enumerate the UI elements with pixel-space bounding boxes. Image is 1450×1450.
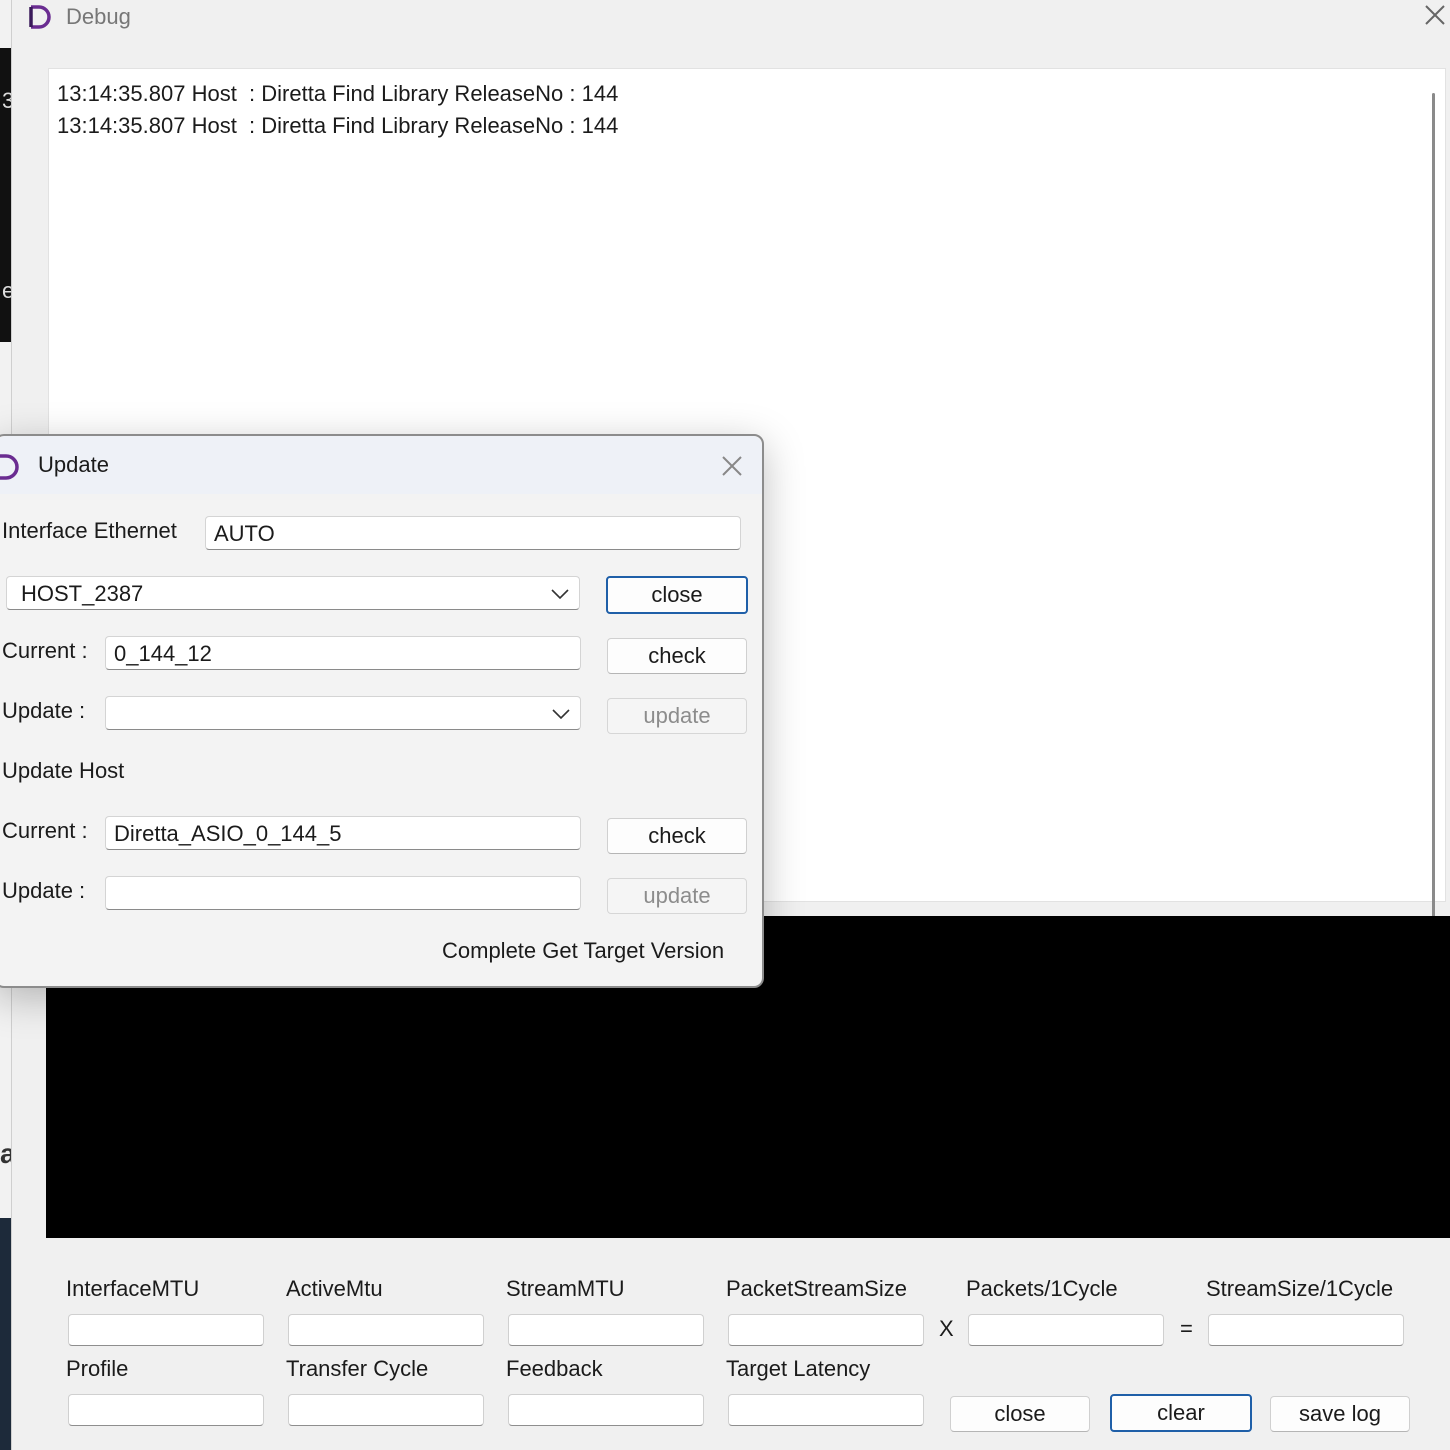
update-dialog: Update Interface Ethernet AUTO HOST_2387… xyxy=(0,434,764,988)
feedback-field[interactable] xyxy=(508,1394,704,1426)
interface-mtu-field[interactable] xyxy=(68,1314,264,1346)
target-current-version-field[interactable]: 0_144_12 xyxy=(105,636,581,670)
stream-size-per-cycle-label: StreamSize/1Cycle xyxy=(1206,1276,1394,1301)
multiply-sign: X xyxy=(939,1316,954,1341)
stream-mtu-field[interactable] xyxy=(508,1314,704,1346)
host-select-value: HOST_2387 xyxy=(21,581,144,606)
profile-field[interactable] xyxy=(68,1394,264,1426)
close-icon[interactable] xyxy=(716,450,748,482)
packet-stream-size-label: PacketStreamSize xyxy=(726,1276,907,1301)
log-line: 13:14:35.807 Host : Diretta Find Library… xyxy=(57,81,619,106)
transfer-cycle-label: Transfer Cycle xyxy=(286,1356,429,1381)
log-scrollbar[interactable] xyxy=(1432,93,1435,943)
target-latency-label: Target Latency xyxy=(726,1356,871,1381)
host-update-button[interactable]: update xyxy=(607,878,747,914)
target-latency-field[interactable] xyxy=(728,1394,924,1426)
log-line: 13:14:35.807 Host : Diretta Find Library… xyxy=(57,113,619,138)
dialog-title: Update xyxy=(38,452,109,477)
packets-per-cycle-label: Packets/1Cycle xyxy=(966,1276,1118,1301)
chevron-down-icon xyxy=(551,589,569,600)
target-check-button[interactable]: check xyxy=(607,638,747,674)
dialog-close-button[interactable]: close xyxy=(606,576,748,614)
chevron-down-icon xyxy=(552,709,570,720)
packets-per-cycle-field[interactable] xyxy=(968,1314,1164,1346)
update-titlebar[interactable]: Update xyxy=(0,436,762,494)
clear-button[interactable]: clear xyxy=(1110,1394,1252,1432)
target-update-button[interactable]: update xyxy=(607,698,747,734)
active-mtu-field[interactable] xyxy=(288,1314,484,1346)
packet-stream-size-field[interactable] xyxy=(728,1314,924,1346)
interface-ethernet-label: Interface Ethernet xyxy=(2,518,177,543)
diretta-app-icon xyxy=(0,454,19,480)
host-current-label: Current : xyxy=(2,818,88,843)
status-text: Complete Get Target Version xyxy=(442,938,725,963)
transfer-cycle-field[interactable] xyxy=(288,1394,484,1426)
background-window-fragment xyxy=(0,1218,11,1450)
background-glyph: e xyxy=(2,278,11,303)
stream-size-per-cycle-field[interactable] xyxy=(1208,1314,1404,1346)
target-current-label: Current : xyxy=(2,638,88,663)
background-glyph: 3 xyxy=(2,88,11,113)
interface-mtu-label: InterfaceMTU xyxy=(66,1276,200,1301)
target-update-label: Update : xyxy=(2,698,86,723)
target-update-select[interactable] xyxy=(105,696,581,730)
close-button[interactable]: close xyxy=(950,1396,1090,1432)
host-update-field[interactable] xyxy=(105,876,581,910)
interface-ethernet-field[interactable]: AUTO xyxy=(205,516,741,550)
host-check-button[interactable]: check xyxy=(607,818,747,854)
window-title: Debug xyxy=(66,4,131,29)
profile-label: Profile xyxy=(66,1356,129,1381)
update-host-section-label: Update Host xyxy=(2,758,125,783)
background-window-fragment: 3 e xyxy=(0,48,11,342)
save-log-button[interactable]: save log xyxy=(1270,1396,1410,1432)
active-mtu-label: ActiveMtu xyxy=(286,1276,383,1301)
feedback-label: Feedback xyxy=(506,1356,603,1381)
debug-titlebar[interactable]: Debug xyxy=(12,0,1450,36)
stream-mtu-label: StreamMTU xyxy=(506,1276,625,1301)
diretta-app-icon xyxy=(29,5,51,29)
equals-sign: = xyxy=(1180,1316,1193,1341)
host-select[interactable]: HOST_2387 xyxy=(6,576,580,610)
host-update-label: Update : xyxy=(2,878,86,903)
close-icon[interactable] xyxy=(1420,0,1450,32)
host-current-version-field[interactable]: Diretta_ASIO_0_144_5 xyxy=(105,816,581,850)
